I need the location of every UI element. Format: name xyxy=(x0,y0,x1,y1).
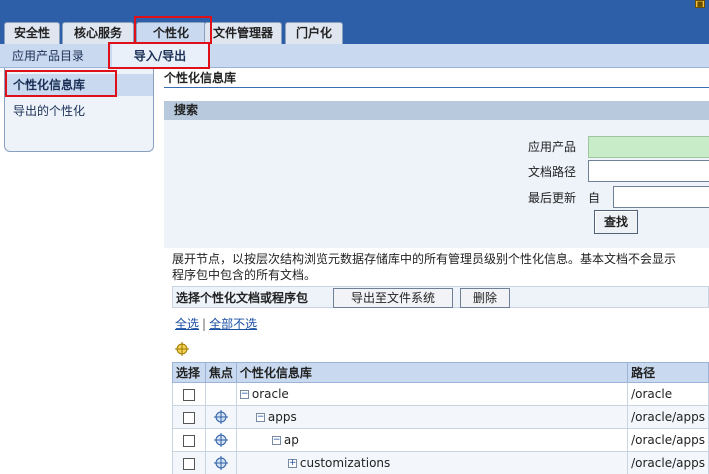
header-repository: 个性化信息库 xyxy=(235,362,629,383)
sidebar-item-exported-personalizations[interactable]: 导出的个性化 xyxy=(5,100,153,122)
since-label: 自 xyxy=(588,191,601,205)
tab-file-manager[interactable]: 文件管理器 xyxy=(204,22,282,44)
node-name: apps xyxy=(267,410,297,424)
expand-icon[interactable]: + xyxy=(287,459,297,468)
node-path: /oracle/apps xyxy=(627,451,709,474)
last-updated-label: 最后更新 xyxy=(527,191,576,205)
subnav-import-export[interactable]: 导入/导出 xyxy=(112,44,208,68)
row-checkbox[interactable] xyxy=(182,457,195,470)
subnav-app-catalog[interactable]: 应用产品目录 xyxy=(12,44,84,68)
product-input[interactable] xyxy=(588,136,709,158)
search-header: 搜索 xyxy=(164,101,709,120)
node-path: /oracle/apps xyxy=(627,405,709,429)
sub-navigation: 应用产品目录 导入/导出 xyxy=(0,44,709,68)
node-path: /oracle xyxy=(627,382,709,406)
table-row: − ap /oracle/apps xyxy=(172,428,709,452)
table-row: − apps /oracle/apps xyxy=(172,405,709,429)
actions-label: 选择个性化文档或程序包 xyxy=(176,291,309,305)
collapse-icon[interactable]: − xyxy=(239,390,249,399)
focus-crosshair-icon[interactable] xyxy=(213,433,228,448)
table-header-row: 选择 焦点 个性化信息库 路径 xyxy=(172,362,709,383)
description-line-1: 展开节点，以按层次结构浏览元数据存储库中的所有管理员级别个性化信息。基本文档不会… xyxy=(172,252,677,266)
search-button[interactable]: 查找 xyxy=(594,210,638,234)
select-links: 全选 | 全部不选 xyxy=(175,316,257,332)
description-text: 展开节点，以按层次结构浏览元数据存储库中的所有管理员级别个性化信息。基本文档不会… xyxy=(172,251,709,283)
sidebar: 个性化信息库 导出的个性化 xyxy=(4,68,154,152)
row-checkbox[interactable] xyxy=(182,434,195,447)
main-content: 个性化信息库 搜索 应用产品 文档路径 最后更新 自 查找 展开节点，以按层次结… xyxy=(164,68,709,474)
document-path-input[interactable] xyxy=(588,160,709,182)
delete-button[interactable]: 删除 xyxy=(460,288,510,308)
select-none-link[interactable]: 全部不选 xyxy=(209,317,257,331)
row-checkbox[interactable] xyxy=(182,388,195,401)
focus-crosshair-icon[interactable] xyxy=(213,456,228,471)
search-panel: 应用产品 文档路径 最后更新 自 查找 xyxy=(164,120,709,248)
sidebar-item-personalization-repository[interactable]: 个性化信息库 xyxy=(5,74,153,96)
repository-table: 选择 焦点 个性化信息库 路径 − oracle /oracle − apps /o… xyxy=(172,362,709,474)
lock-icon[interactable]: ■ xyxy=(695,0,705,8)
tab-security[interactable]: 安全性 xyxy=(4,22,60,44)
main-tabs: 安全性 核心服务 个性化 文件管理器 门户化 xyxy=(0,22,709,44)
actions-bar: 选择个性化文档或程序包 导出至文件系统 删除 xyxy=(172,286,709,308)
separator: | xyxy=(202,317,207,331)
header-path: 路径 xyxy=(627,362,709,383)
table-row: − oracle /oracle xyxy=(172,382,709,406)
node-name: customizations xyxy=(299,456,391,470)
node-path: /oracle/apps xyxy=(627,428,709,452)
top-banner: ■ xyxy=(0,0,709,22)
description-line-2: 程序包中包含的所有文档。 xyxy=(172,268,317,282)
document-path-label: 文档路径 xyxy=(527,165,576,179)
collapse-icon[interactable]: − xyxy=(271,436,281,445)
focus-crosshair-icon[interactable] xyxy=(213,410,228,425)
header-focus: 焦点 xyxy=(204,362,237,383)
node-name: ap xyxy=(283,433,299,447)
page-title: 个性化信息库 xyxy=(164,70,709,88)
focus-crosshair-icon[interactable] xyxy=(175,342,189,356)
product-label: 应用产品 xyxy=(527,140,576,154)
collapse-icon[interactable]: − xyxy=(255,413,265,422)
last-updated-date-input[interactable] xyxy=(613,186,709,208)
row-checkbox[interactable] xyxy=(182,411,195,424)
tab-core-services[interactable]: 核心服务 xyxy=(62,22,134,44)
tab-portal[interactable]: 门户化 xyxy=(285,22,343,44)
table-row: + customizations /oracle/apps xyxy=(172,451,709,474)
select-all-link[interactable]: 全选 xyxy=(175,317,199,331)
tab-personalization[interactable]: 个性化 xyxy=(136,22,206,44)
export-to-filesystem-button[interactable]: 导出至文件系统 xyxy=(333,288,453,308)
header-select: 选择 xyxy=(172,362,206,383)
node-name: oracle xyxy=(251,387,289,401)
